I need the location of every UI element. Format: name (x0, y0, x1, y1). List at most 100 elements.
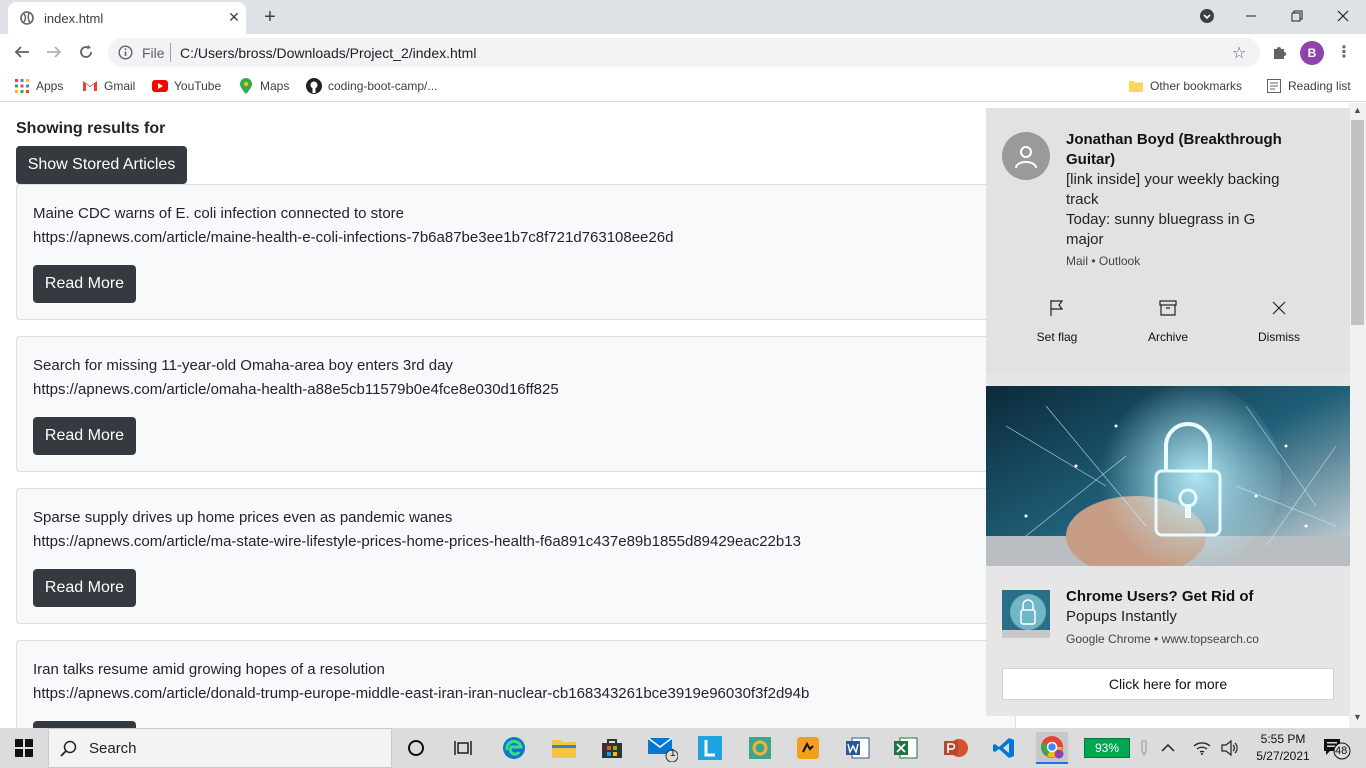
article-title: Maine CDC warns of E. coli infection con… (33, 205, 405, 222)
notification-count-badge: 48 (1335, 745, 1348, 757)
globe-icon (20, 11, 34, 25)
wifi-icon[interactable] (1192, 738, 1212, 758)
bookmarks-bar: Apps Gmail YouTube Maps coding-boot-camp… (0, 70, 1366, 102)
tab-search-icon[interactable] (1193, 4, 1221, 28)
dismiss-button[interactable]: Dismiss (1224, 298, 1334, 344)
forward-arrow-icon[interactable] (42, 40, 66, 64)
back-arrow-icon[interactable] (10, 40, 34, 64)
bookmark-label: Maps (260, 79, 290, 93)
article-card: Search for missing 11-year-old Omaha-are… (16, 336, 1016, 472)
l-app-icon[interactable] (694, 732, 726, 764)
read-more-button[interactable]: Read More (33, 265, 136, 303)
mail-badge: 1 (670, 748, 676, 759)
vscode-icon[interactable] (988, 732, 1020, 764)
kebab-menu-icon[interactable]: ⋮ (1334, 42, 1354, 62)
ad-thumbnail-image (1002, 590, 1050, 638)
ad-subtitle: Popups Instantly (1066, 608, 1177, 625)
notification-sender: Jonathan Boyd (Breakthrough Guitar) (1066, 131, 1282, 168)
o-app-icon[interactable] (744, 732, 776, 764)
bookmark-maps[interactable]: Maps (238, 76, 289, 96)
dismiss-x-icon (1269, 298, 1289, 318)
clock-time: 5:55 PM (1260, 732, 1306, 746)
clock-date: 5/27/2021 (1256, 749, 1310, 763)
search-icon (59, 739, 79, 759)
cortana-icon[interactable] (400, 732, 432, 764)
click-here-for-more-button[interactable]: Click here for more (1002, 668, 1334, 700)
article-title: Sparse supply drives up home prices even… (33, 509, 453, 526)
bookmark-gmail[interactable]: Gmail (82, 76, 135, 96)
read-more-button[interactable]: Read More (33, 417, 136, 455)
address-bar[interactable]: File C:/Users/bross/Downloads/Project_2/… (108, 38, 1260, 67)
ad-source: Google Chrome • www.topsearch.co (1066, 632, 1259, 646)
article-url: https://apnews.com/article/donald-trump-… (33, 685, 810, 702)
info-icon[interactable] (118, 45, 133, 60)
action-label: Archive (1147, 330, 1188, 344)
extensions-puzzle-icon[interactable] (1270, 42, 1290, 62)
close-window-icon[interactable] (1329, 4, 1357, 28)
powerpoint-icon[interactable] (940, 732, 972, 764)
file-explorer-icon[interactable] (548, 732, 580, 764)
word-icon[interactable] (842, 732, 874, 764)
omnibox-separator (170, 43, 171, 62)
browser-toolbar: File C:/Users/bross/Downloads/Project_2/… (0, 34, 1366, 70)
article-card: Sparse supply drives up home prices even… (16, 488, 1016, 624)
show-stored-articles-button[interactable]: Show Stored Articles (16, 146, 187, 184)
url-text[interactable]: C:/Users/bross/Downloads/Project_2/index… (180, 45, 476, 61)
bookmark-star-icon[interactable]: ☆ (1230, 44, 1248, 62)
tab-strip: index.html ✕ + (0, 0, 1366, 34)
chevron-up-icon[interactable] (1158, 738, 1178, 758)
bookmark-label: coding-boot-camp/... (328, 79, 438, 93)
notification-subject: [link inside] your weekly backing track (1066, 171, 1280, 208)
article-url: https://apnews.com/article/omaha-health-… (33, 381, 559, 398)
maps-pin-icon (238, 78, 254, 94)
volume-icon[interactable] (1220, 738, 1240, 758)
flag-icon (1047, 298, 1067, 318)
edge-browser-icon[interactable] (498, 732, 530, 764)
apps-grid-icon (14, 78, 30, 94)
read-more-button[interactable]: Read More (33, 721, 136, 728)
scroll-up-arrow-icon[interactable]: ▲ (1353, 105, 1362, 115)
action-center-icon[interactable]: 48 (1322, 736, 1352, 760)
article-card: Iran talks resume amid growing hopes of … (16, 640, 1016, 728)
article-title: Search for missing 11-year-old Omaha-are… (33, 357, 453, 374)
restore-icon[interactable] (1283, 4, 1311, 28)
profile-avatar[interactable]: B (1300, 41, 1324, 65)
minimize-icon[interactable] (1237, 4, 1265, 28)
article-card: Maine CDC warns of E. coli infection con… (16, 184, 1016, 320)
mail-notification[interactable]: Jonathan Boyd (Breakthrough Guitar) [lin… (986, 108, 1350, 374)
youtube-icon (152, 78, 168, 94)
tab-index-html[interactable]: index.html ✕ (8, 2, 246, 34)
article-url: https://apnews.com/article/ma-state-wire… (33, 533, 801, 550)
bookmark-github[interactable]: coding-boot-camp/... (306, 76, 437, 96)
bookmark-youtube[interactable]: YouTube (152, 76, 221, 96)
bookmark-other[interactable]: Other bookmarks (1128, 76, 1242, 96)
ad-banner-image[interactable] (986, 386, 1350, 566)
folder-icon (1128, 78, 1144, 94)
excel-icon[interactable] (890, 732, 922, 764)
article-url: https://apnews.com/article/maine-health-… (33, 229, 674, 246)
bookmark-apps[interactable]: Apps (14, 76, 63, 96)
pen-icon[interactable] (1134, 738, 1154, 758)
system-clock[interactable]: 5:55 PM 5/27/2021 (1248, 731, 1318, 765)
read-more-button[interactable]: Read More (33, 569, 136, 607)
article-title: Iran talks resume amid growing hopes of … (33, 661, 385, 678)
url-scheme: File (142, 45, 165, 61)
bookmark-label: Reading list (1288, 79, 1351, 93)
hand-app-icon[interactable] (792, 732, 824, 764)
archive-box-icon (1158, 298, 1178, 318)
reload-icon[interactable] (74, 40, 98, 64)
windows-start-icon[interactable] (0, 728, 48, 768)
page-scrollbar[interactable]: ▲ ▼ (1349, 103, 1366, 728)
scroll-down-arrow-icon[interactable]: ▼ (1353, 712, 1362, 722)
reading-list[interactable]: Reading list (1266, 76, 1351, 96)
store-icon[interactable] (596, 732, 628, 764)
close-tab-icon[interactable]: ✕ (226, 9, 242, 25)
set-flag-button[interactable]: Set flag (1002, 298, 1112, 344)
taskbar-search-box[interactable]: Search (48, 728, 392, 768)
chrome-icon[interactable] (1036, 732, 1068, 764)
archive-button[interactable]: Archive (1113, 298, 1223, 344)
task-view-icon[interactable] (448, 732, 480, 764)
scrollbar-thumb[interactable] (1351, 120, 1364, 325)
new-tab-icon[interactable]: + (258, 5, 282, 29)
battery-indicator[interactable]: 93% (1084, 738, 1130, 758)
